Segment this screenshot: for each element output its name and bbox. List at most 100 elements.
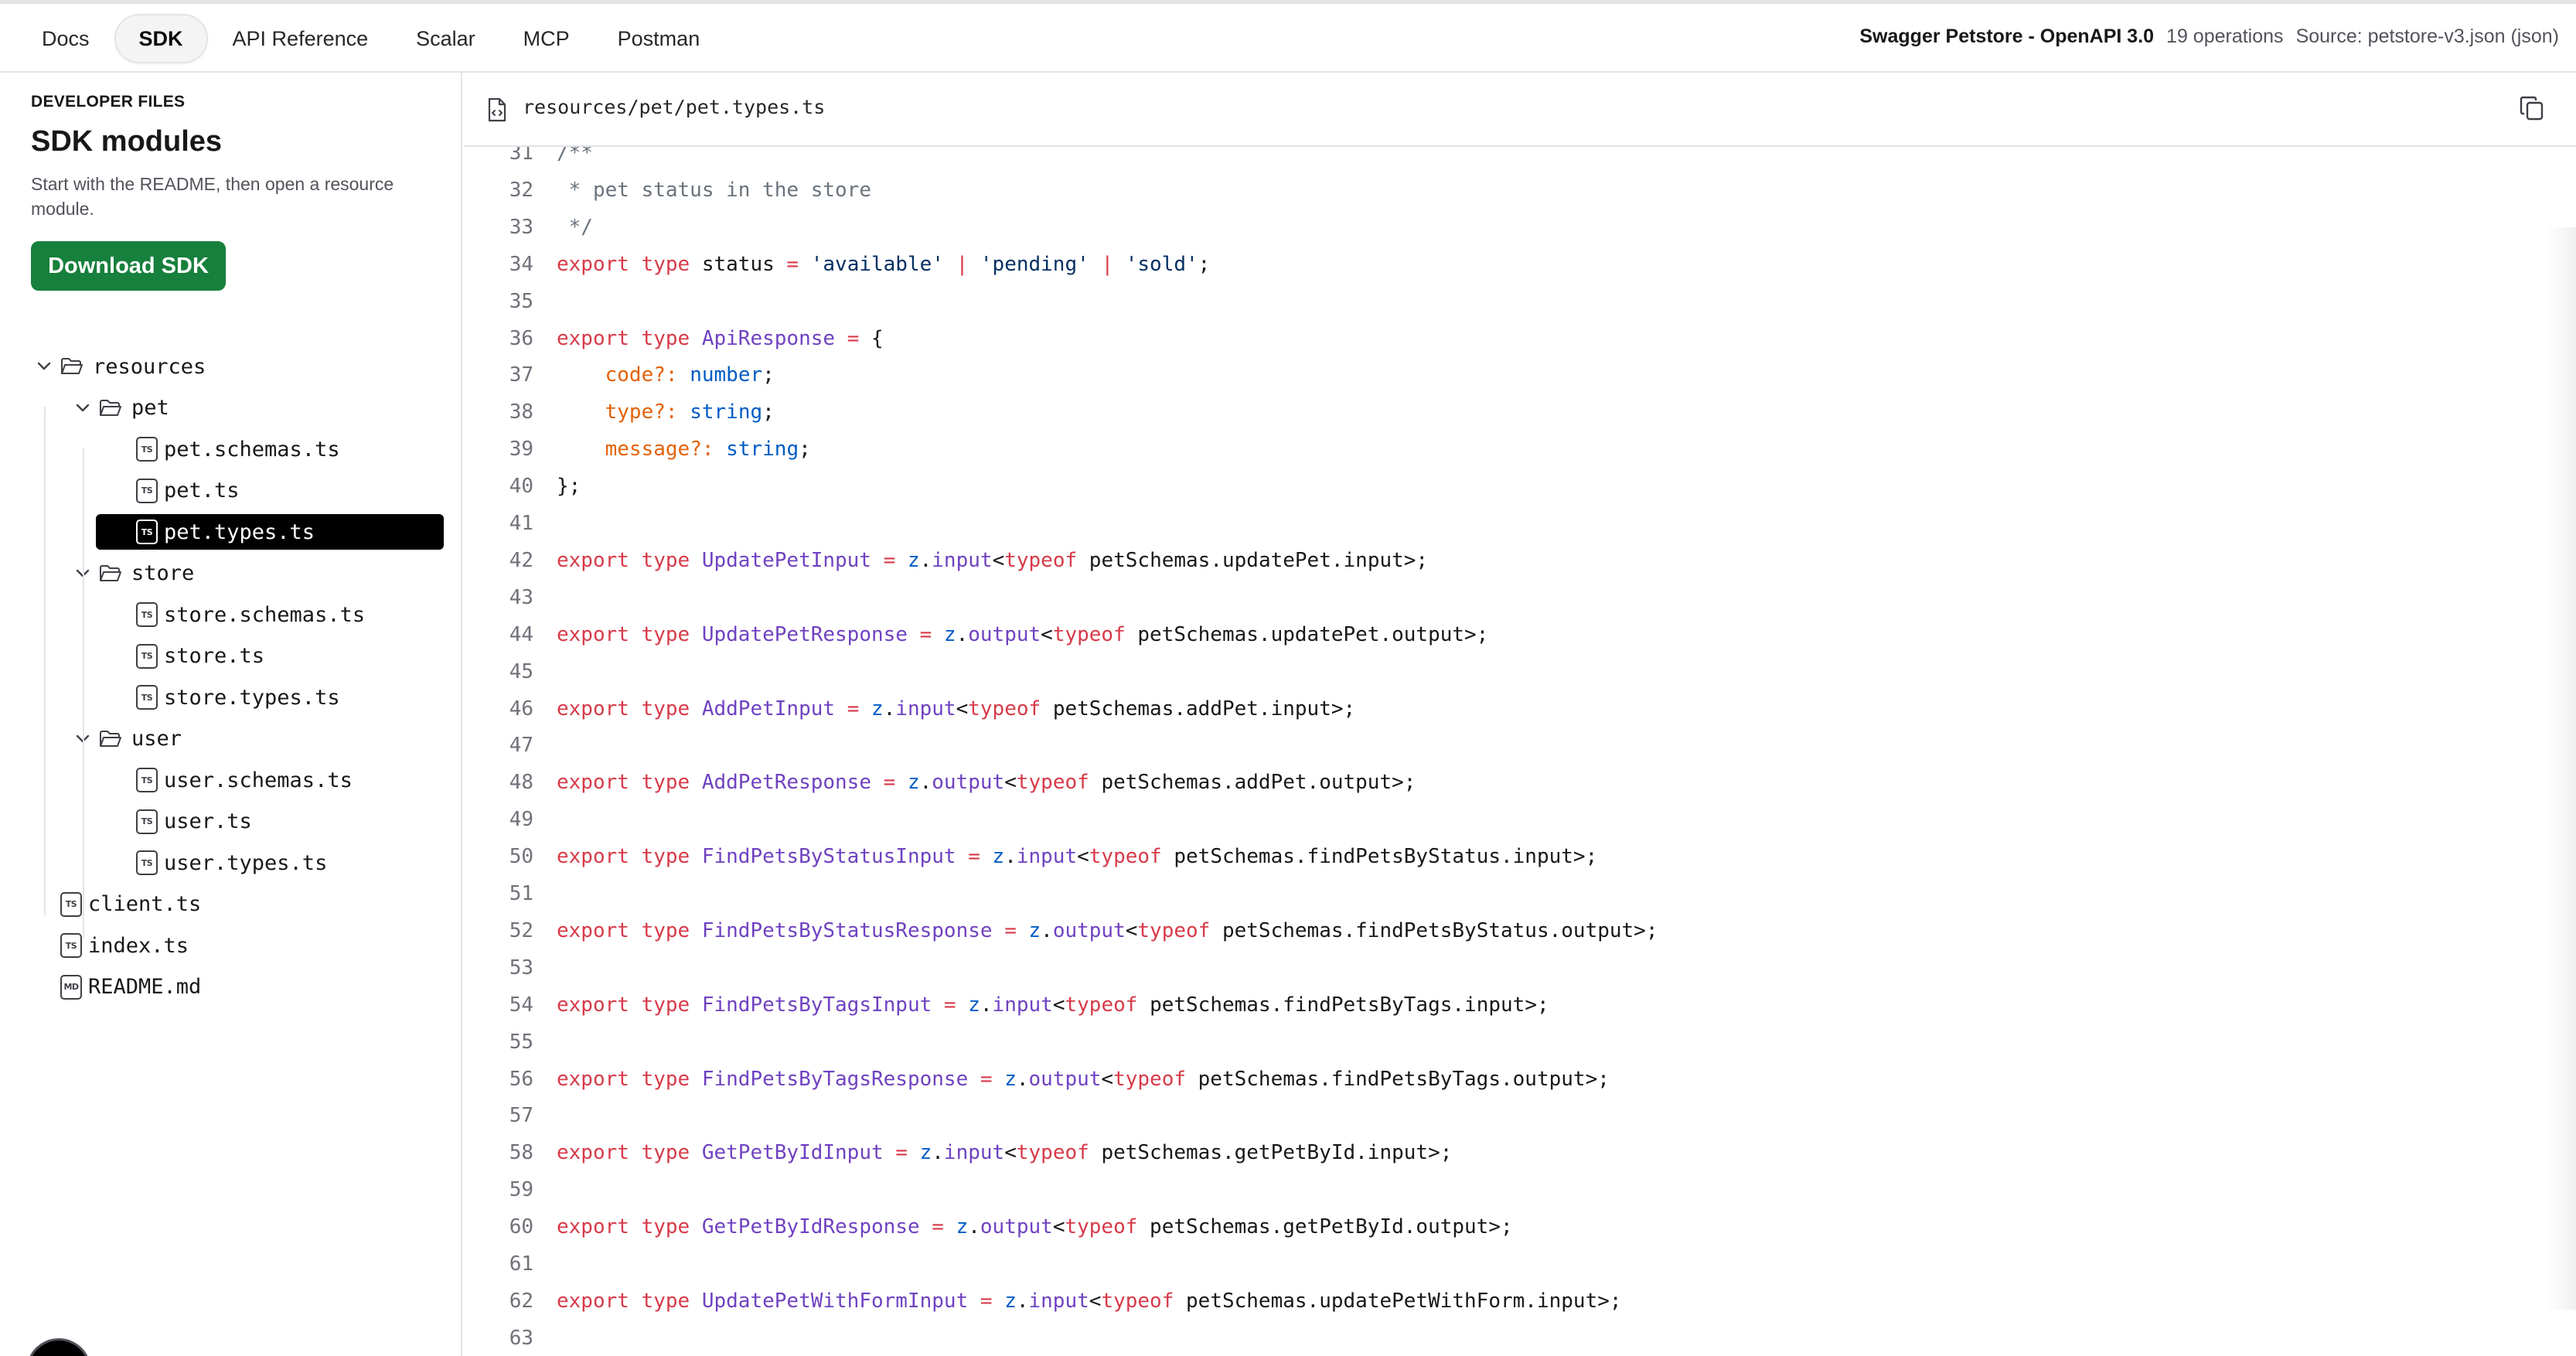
code-token: output [932,771,1005,795]
tree-file[interactable]: MD README.md [60,969,201,1005]
code-token: input [1028,1289,1089,1313]
code-line: 35 [464,283,2576,320]
chevron-down-icon[interactable] [34,356,54,376]
tree-file[interactable]: TS pet.types.ts [96,514,444,550]
code-token: . [968,1215,980,1239]
tree-folder-user[interactable]: user [73,721,182,757]
code-token: . [919,548,932,572]
code-token: typeof [1101,1289,1187,1313]
code-token: z [1004,1289,1017,1313]
tree-file[interactable]: TS store.types.ts [136,680,340,715]
code-token: = [968,845,993,869]
tree-file[interactable]: TS user.ts [136,804,252,840]
line-number: 44 [509,622,533,646]
code-token: = [980,1067,1005,1091]
code-text: export type AddPetInput = z.input<typeof… [557,690,1355,727]
sidebar-eyebrow: DEVELOPER FILES [31,93,186,111]
avatar[interactable]: N [29,1341,89,1356]
code-token: petSchemas.updatePetWithForm.input>; [1186,1289,1622,1313]
code-token: AddPetInput [701,697,847,721]
file-code-icon [488,97,506,122]
code-token: . [1041,918,1053,942]
code-token: input [1016,845,1078,869]
tree-file[interactable]: TS index.ts [60,928,189,963]
code-token: < [1089,1289,1102,1313]
spec-source: Source: petstore-v3.json (json) [2295,26,2559,47]
line-number: 57 [509,1104,533,1128]
tab-api-reference[interactable]: API Reference [210,14,392,63]
copy-icon[interactable] [2519,94,2545,122]
folder-open-icon [100,730,121,747]
code-token: < [1077,845,1089,869]
tab-sdk[interactable]: SDK [114,14,208,63]
code-token: output [980,1215,1053,1239]
tree-folder-resources[interactable]: resources [34,349,206,384]
code-token: output [1052,918,1126,942]
code-token: export type [557,845,702,869]
code-line: 55 [464,1024,2576,1061]
code-text: export type GetPetByIdInput = z.input<ty… [557,1134,1452,1171]
folder-open-icon [61,358,83,374]
code-line: 58 export type GetPetByIdInput = z.input<… [464,1134,2576,1171]
code-token: GetPetByIdResponse [701,1215,932,1239]
code-token: FindPetsByTagsInput [701,993,944,1017]
tree-file[interactable]: TS user.types.ts [136,845,327,881]
chevron-down-icon[interactable] [73,398,93,418]
code-token: output [968,622,1041,646]
download-sdk-button[interactable]: Download SDK [31,241,226,291]
code-line: 59 [464,1171,2576,1208]
code-token: export type [557,1067,702,1091]
tree-file[interactable]: TS pet.schemas.ts [136,431,340,467]
tree-file[interactable]: TS store.ts [136,639,264,674]
code-token: */ [557,215,593,239]
line-number: 59 [509,1178,533,1202]
tree-file[interactable]: TS store.schemas.ts [136,597,365,632]
code-token: GetPetByIdInput [701,1141,896,1165]
line-number: 37 [509,363,533,387]
tab-postman[interactable]: Postman [595,14,724,63]
code-content[interactable]: 31/** 32 * pet status in the store 33 */34… [464,147,2576,1356]
code-token: export type [557,993,702,1017]
typescript-file-icon: TS [136,602,158,627]
code-line: 42 export type UpdatePetInput = z.input<t… [464,542,2576,579]
tab-mcp[interactable]: MCP [500,14,593,63]
tree-guide-line [83,614,84,776]
spec-meta: Swagger Petstore - OpenAPI 3.0 19 operat… [1859,26,2559,48]
code-line: 60 export type GetPetByIdResponse = z.out… [464,1208,2576,1245]
tab-scalar[interactable]: Scalar [393,14,499,63]
code-token: typeof [1016,771,1102,795]
code-text: */ [557,209,593,246]
code-text: code?: number; [557,356,775,394]
code-token: = [895,1141,920,1165]
code-text: * pet status in the store [557,172,871,209]
code-token: AddPetResponse [701,771,884,795]
typescript-file-icon: TS [136,685,158,710]
code-text: export type FindPetsByStatusInput = z.in… [557,838,1597,875]
code-token: | [956,252,980,276]
line-number: 49 [509,808,533,832]
nav-tabs: Docs SDK API Reference Scalar MCP Postman [19,12,724,66]
code-token: petSchemas.findPetsByStatus.output>; [1222,918,1658,942]
line-number: 48 [509,771,533,795]
tree-folder-pet[interactable]: pet [73,390,169,426]
code-line: 41 [464,505,2576,542]
code-token: < [1004,771,1017,795]
code-text: export type UpdatePetWithFormInput = z.i… [557,1283,1622,1320]
code-token: typeof [968,697,1053,721]
code-token: z [943,622,956,646]
line-number: 38 [509,400,533,424]
code-line: 48 export type AddPetResponse = z.output<… [464,764,2576,801]
tree-file[interactable]: TS user.schemas.ts [136,762,353,798]
tree-folder-store[interactable]: store [73,556,194,591]
tree-item-label: resources [93,354,206,379]
tree-item-label: store.schemas.ts [164,602,366,627]
line-number: 61 [509,1252,533,1276]
line-number: 47 [509,734,533,758]
code-token: FindPetsByTagsResponse [701,1067,980,1091]
tree-file[interactable]: TS client.ts [60,887,201,922]
code-token: export type [557,1141,702,1165]
tree-file[interactable]: TS pet.ts [136,473,240,509]
tab-docs[interactable]: Docs [19,14,113,63]
file-path: resources/pet/pet.types.ts [523,96,826,118]
